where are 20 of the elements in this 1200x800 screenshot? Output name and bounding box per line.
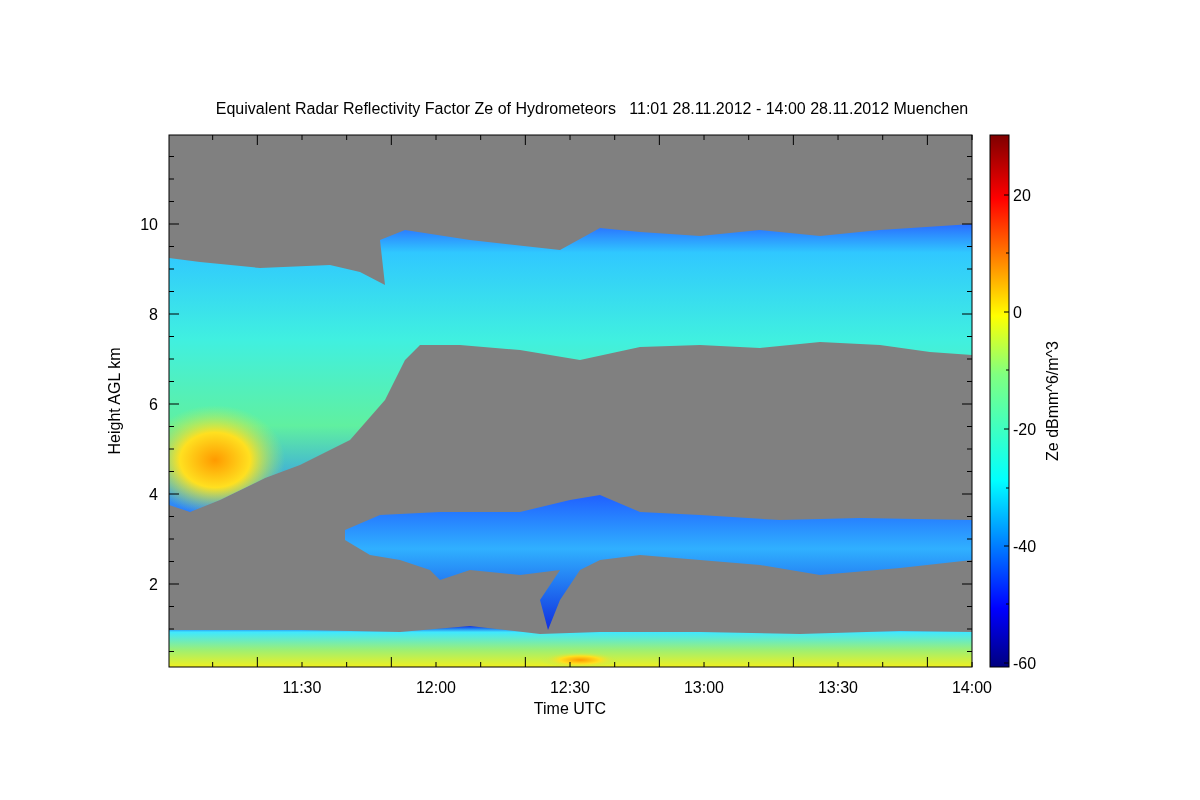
y-tick-label: 2: [149, 576, 158, 593]
x-tick-label: 13:30: [818, 679, 858, 696]
x-axis-label: Time UTC: [533, 700, 607, 717]
color-scale-title: Ze dBmm^6/m^3: [1044, 341, 1061, 461]
color-scale-label: 20: [1013, 187, 1031, 204]
chart-title: Equivalent Radar Reflectivity Factor Ze of Hydrometeors 11:01 28.11.2012 - 14:00 28.11.2012 Muenchen: [215, 100, 969, 117]
color-scale-label: 0: [1013, 304, 1022, 321]
y-tick-label: 8: [149, 306, 158, 323]
y-tick-label: 10: [140, 216, 158, 233]
x-tick-label: 11:30: [282, 679, 322, 696]
y-tick-label: 6: [149, 396, 158, 413]
x-tick-label: 12:30: [550, 679, 590, 696]
color-scale-label: -40: [1013, 538, 1037, 555]
x-tick-label: 13:00: [684, 679, 724, 696]
color-scale-label: -60: [1013, 655, 1037, 672]
y-axis-label: Height AGL km: [106, 347, 123, 455]
y-tick-label: 4: [149, 486, 158, 503]
x-tick-label: 12:00: [416, 679, 456, 696]
x-tick-label: 14:00: [952, 679, 992, 696]
color-scale-label: -20: [1013, 421, 1037, 438]
